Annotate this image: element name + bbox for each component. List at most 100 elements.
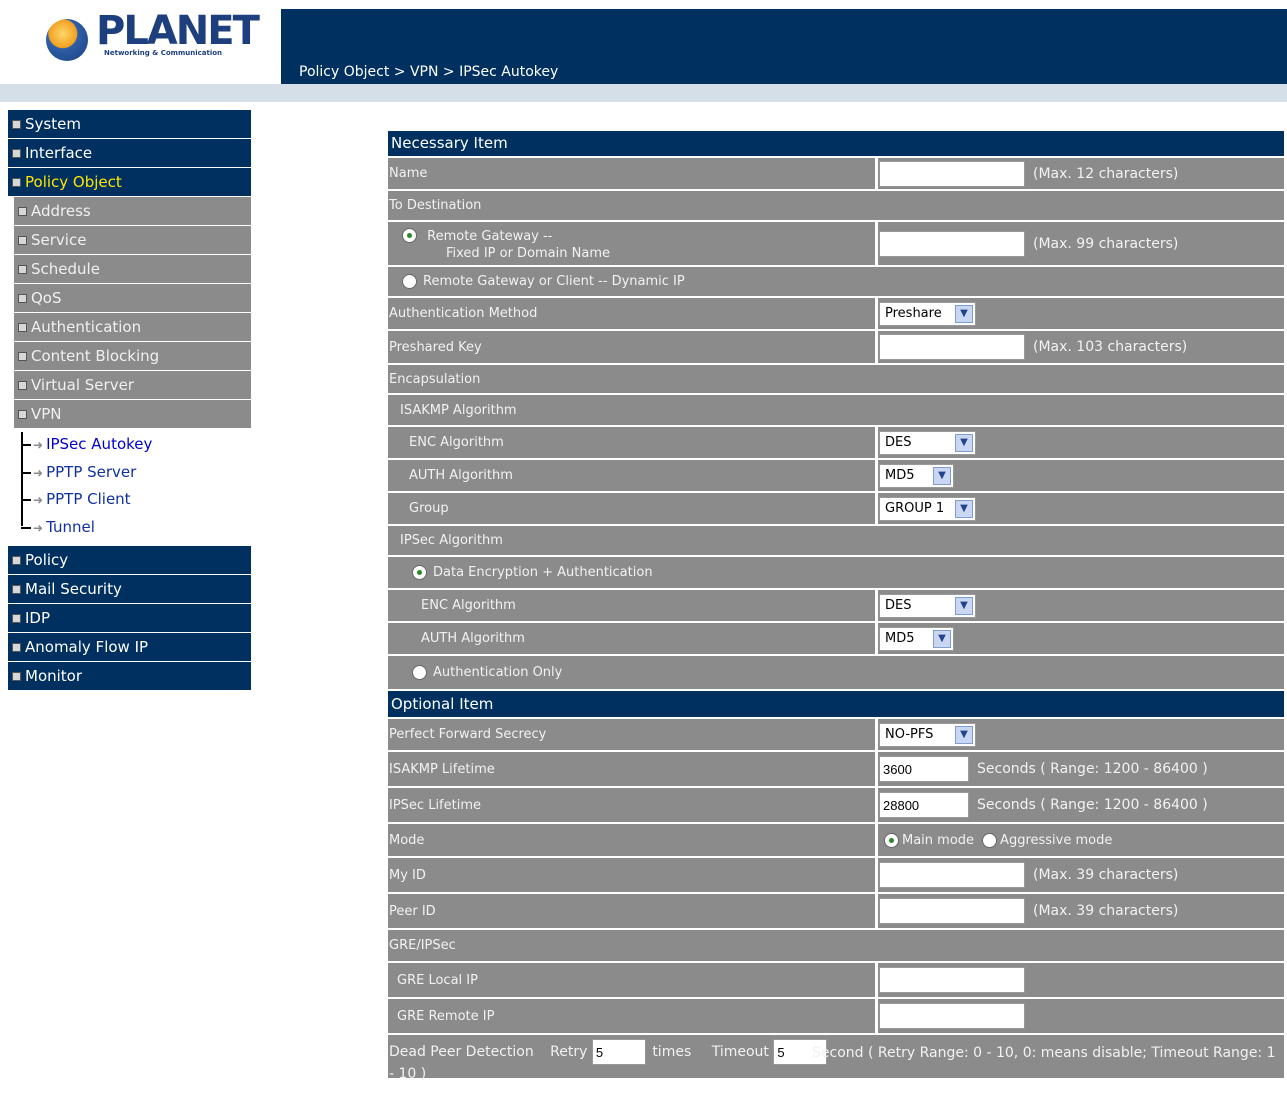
breadcrumb: Policy Object > VPN > IPSec Autokey [299, 64, 559, 80]
name-row: Name (Max. 12 characters) [388, 158, 1284, 189]
ipsec-auth-select[interactable]: MD5 ▼ [879, 626, 954, 651]
peer-id-hint: (Max. 39 characters) [1033, 903, 1179, 919]
peer-id-input[interactable] [879, 898, 1025, 924]
remote-gateway-fixed-radio[interactable] [402, 228, 417, 243]
chevron-down-icon: ▼ [955, 304, 973, 323]
isakmp-enc-row: ENC Algorithm DES ▼ [388, 427, 1284, 458]
isakmp-auth-select[interactable]: MD5 ▼ [879, 463, 954, 488]
gre-remote-label: GRE Remote IP [397, 1008, 495, 1024]
sidebar-subitem-authentication[interactable]: Authentication [14, 313, 251, 341]
isakmp-lifetime-input[interactable] [879, 756, 969, 782]
chevron-down-icon: ▼ [955, 433, 973, 452]
sidebar-subitem-schedule[interactable]: Schedule [14, 255, 251, 283]
chevron-down-icon: ▼ [955, 499, 973, 518]
collapse-icon [12, 178, 21, 187]
data-enc-auth-row: Data Encryption + Authentication [388, 557, 1284, 588]
expand-icon [18, 294, 27, 303]
ipsec-lifetime-hint: Seconds ( Range: 1200 - 86400 ) [977, 797, 1208, 813]
name-hint: (Max. 12 characters) [1033, 165, 1179, 182]
isakmp-lifetime-hint: Seconds ( Range: 1200 - 86400 ) [977, 761, 1208, 777]
pfs-row: Perfect Forward Secrecy NO-PFS ▼ [388, 719, 1284, 750]
data-enc-auth-radio[interactable] [412, 565, 427, 580]
expand-icon [18, 323, 27, 332]
gre-ipsec-label: GRE/IPSec [389, 938, 456, 953]
vpn-link-ipsec-autokey[interactable]: ➜ IPSec Autokey [21, 430, 152, 458]
ipsec-lifetime-label: IPSec Lifetime [389, 797, 482, 813]
preshared-key-input[interactable] [879, 334, 1025, 360]
sidebar-subitem-vpn[interactable]: VPN [14, 400, 251, 428]
pfs-select[interactable]: NO-PFS ▼ [879, 722, 976, 747]
vpn-link-tunnel[interactable]: ➜ Tunnel [21, 513, 95, 541]
remote-gateway-input[interactable] [879, 230, 1025, 257]
expand-icon [12, 585, 21, 594]
expand-icon [12, 643, 21, 652]
preshared-key-hint: (Max. 103 characters) [1033, 339, 1188, 355]
ipsec-auth-row: AUTH Algorithm MD5 ▼ [388, 623, 1284, 654]
group-select[interactable]: GROUP 1 ▼ [879, 496, 976, 521]
aggressive-mode-radio[interactable] [982, 832, 998, 848]
my-id-input[interactable] [879, 862, 1025, 888]
peer-id-row: Peer ID (Max. 39 characters) [388, 894, 1284, 928]
sidebar-item-policy-object[interactable]: Policy Object [8, 168, 251, 196]
sidebar-subitem-content-blocking[interactable]: Content Blocking [14, 342, 251, 370]
isakmp-enc-select[interactable]: DES ▼ [879, 430, 976, 455]
pfs-label: Perfect Forward Secrecy [389, 727, 547, 742]
auth-method-select[interactable]: Preshare ▼ [879, 301, 976, 326]
chevron-down-icon: ▼ [955, 596, 973, 615]
arrow-right-icon: ➜ [33, 521, 44, 535]
planet-globe-icon [46, 19, 88, 61]
auth-method-row: Authentication Method Preshare ▼ [388, 298, 1284, 329]
expand-icon [18, 236, 27, 245]
brand-name: PLANET [96, 8, 260, 54]
sidebar-item-monitor[interactable]: Monitor [8, 662, 251, 690]
remote-gateway-hint: (Max. 99 characters) [1033, 235, 1179, 252]
sidebar-subitem-virtual-server[interactable]: Virtual Server [14, 371, 251, 399]
group-label: Group [409, 501, 449, 516]
brand-tagline: Networking & Communication [104, 49, 223, 57]
sidebar-item-policy[interactable]: Policy [8, 546, 251, 574]
chevron-down-icon: ▼ [933, 629, 951, 648]
expand-icon [18, 265, 27, 274]
mode-label: Mode [389, 832, 425, 848]
remote-gateway-label: Remote Gateway -- [427, 229, 553, 244]
sidebar-item-mail-security[interactable]: Mail Security [8, 575, 251, 603]
group-row: Group GROUP 1 ▼ [388, 493, 1284, 524]
isakmp-algorithm-row: ISAKMP Algorithm [388, 395, 1284, 425]
auth-only-row: Authentication Only [388, 656, 1284, 689]
expand-icon [18, 381, 27, 390]
auth-only-radio[interactable] [412, 665, 427, 680]
ipsec-enc-select[interactable]: DES ▼ [879, 593, 976, 618]
mode-row: Mode Main mode Aggressive mode [388, 824, 1284, 856]
chevron-down-icon: ▼ [955, 725, 973, 744]
sidebar-item-idp[interactable]: IDP [8, 604, 251, 632]
my-id-label: My ID [389, 867, 426, 883]
isakmp-algorithm-label: ISAKMP Algorithm [400, 402, 517, 418]
sidebar-item-system[interactable]: System [8, 110, 251, 138]
logo: PLANET Networking & Communication [0, 0, 281, 84]
ipsec-lifetime-input[interactable] [879, 792, 969, 818]
name-label: Name [389, 166, 428, 181]
sidebar-item-interface[interactable]: Interface [8, 139, 251, 167]
gre-remote-ip-input[interactable] [879, 1003, 1025, 1029]
gre-ipsec-row: GRE/IPSec [388, 930, 1284, 961]
sidebar-subitem-service[interactable]: Service [14, 226, 251, 254]
data-enc-auth-label: Data Encryption + Authentication [433, 565, 653, 580]
ipsec-algorithm-label: IPSec Algorithm [400, 533, 503, 548]
vpn-link-pptp-client[interactable]: ➜ PPTP Client [21, 485, 131, 513]
necessary-item-header: Necessary Item [388, 131, 1284, 156]
remote-gateway-dynamic-radio[interactable] [402, 274, 417, 289]
isakmp-lifetime-row: ISAKMP Lifetime Seconds ( Range: 1200 - … [388, 752, 1284, 786]
main-mode-radio[interactable] [884, 832, 899, 848]
encapsulation-label: Encapsulation [389, 371, 481, 387]
ipsec-lifetime-row: IPSec Lifetime Seconds ( Range: 1200 - 8… [388, 788, 1284, 822]
sidebar-item-anomaly-flow-ip[interactable]: Anomaly Flow IP [8, 633, 251, 661]
dead-peer-detection-row: Dead Peer Detection Retry times Timeout … [388, 1035, 1284, 1082]
sidebar-subitem-address[interactable]: Address [14, 197, 251, 225]
isakmp-auth-row: AUTH Algorithm MD5 ▼ [388, 460, 1284, 491]
vpn-link-pptp-server[interactable]: ➜ PPTP Server [21, 458, 136, 486]
sidebar-subitem-qos[interactable]: QoS [14, 284, 251, 312]
preshared-key-row: Preshared Key (Max. 103 characters) [388, 331, 1284, 363]
arrow-right-icon: ➜ [33, 438, 44, 452]
gre-local-ip-input[interactable] [879, 967, 1025, 993]
name-input[interactable] [879, 160, 1025, 187]
